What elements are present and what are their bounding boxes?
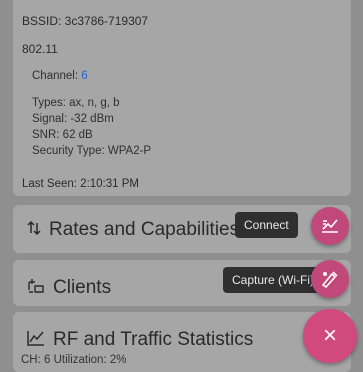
- channel-label: Channel:: [32, 70, 79, 82]
- capture-icon: [320, 269, 340, 289]
- standard-text: 802.11: [22, 42, 58, 56]
- network-details-card: BSSID: 3c3786-719307 802.11 Channel: 6 T…: [13, 0, 351, 196]
- rf-title: RF and Traffic Statistics: [53, 329, 254, 350]
- signal-text: Signal: -32 dBm: [32, 113, 114, 125]
- connect-button[interactable]: [311, 207, 349, 245]
- clients-icon: [27, 278, 45, 299]
- channel-row: Channel: 6: [32, 70, 88, 82]
- clients-title: Clients: [53, 277, 112, 298]
- capture-button[interactable]: [311, 260, 349, 298]
- speed-dial-close-button[interactable]: ×: [303, 309, 357, 363]
- rf-traffic-card[interactable]: RF and Traffic Statistics CH: 6 Utilizat…: [13, 312, 351, 372]
- rf-subtitle: CH: 6 Utilization: 2%: [21, 354, 127, 366]
- rates-title-row: Rates and Capabilities: [27, 219, 239, 241]
- types-text: Types: ax, n, g, b: [32, 97, 120, 109]
- last-seen-text: Last Seen: 2:10:31 PM: [22, 178, 139, 190]
- channel-value-link[interactable]: 6: [81, 70, 87, 82]
- arrows-updown-icon: [27, 220, 41, 241]
- connect-icon: [320, 217, 340, 235]
- rates-title: Rates and Capabilities: [49, 219, 240, 240]
- rf-title-row: RF and Traffic Statistics: [27, 329, 253, 351]
- clients-title-row: Clients: [27, 277, 111, 299]
- capture-tooltip[interactable]: Capture (Wi-Fi): [223, 267, 324, 293]
- snr-text: SNR: 62 dB: [32, 129, 93, 141]
- security-type-text: Security Type: WPA2-P: [32, 145, 152, 157]
- connect-tooltip[interactable]: Connect: [235, 212, 298, 238]
- bssid-text: BSSID: 3c3786-719307: [22, 14, 149, 28]
- rates-capabilities-card[interactable]: Rates and Capabilities: [13, 205, 351, 253]
- close-icon: ×: [322, 322, 337, 349]
- chart-line-icon: [27, 330, 45, 351]
